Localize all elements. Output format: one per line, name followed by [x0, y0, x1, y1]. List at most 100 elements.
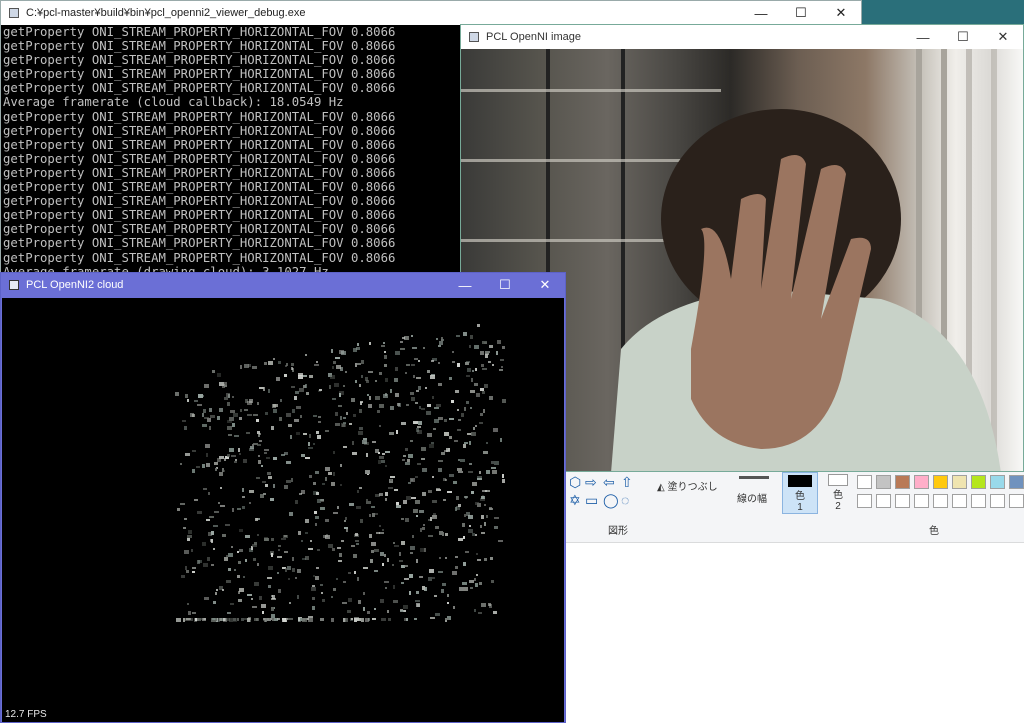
arrow-up-shape-icon[interactable]: ⇧ — [621, 474, 633, 491]
arrow-left-shape-icon[interactable]: ⇦ — [603, 474, 615, 491]
cloud-point — [179, 503, 185, 506]
cloud-point — [455, 389, 460, 393]
star-shape-icon[interactable]: ✡ — [569, 492, 581, 509]
fill-button[interactable]: ◭ 塗りつぶし — [657, 478, 718, 493]
cloud-point — [230, 603, 235, 606]
close-button[interactable]: ✕ — [821, 1, 861, 25]
cloud-point — [206, 462, 211, 467]
palette-color-swatch[interactable] — [952, 475, 967, 489]
cloud-point — [452, 605, 455, 609]
hexagon-shape-icon[interactable]: ⬡ — [569, 474, 581, 491]
palette-empty-swatch[interactable] — [895, 494, 910, 508]
cloud-point — [265, 412, 269, 416]
cloud-point — [239, 453, 242, 456]
cloud-point — [313, 510, 317, 514]
palette-empty-swatch[interactable] — [971, 494, 986, 508]
cloud-point — [319, 388, 323, 391]
maximize-button[interactable]: ☐ — [485, 273, 525, 297]
cloud-point — [356, 490, 359, 494]
palette-color-swatch[interactable] — [990, 475, 1005, 489]
cloud-point — [456, 363, 460, 368]
callout-oval-shape-icon[interactable]: ◯ — [603, 492, 619, 509]
cloud-point — [433, 407, 439, 410]
cloud-point — [257, 460, 261, 465]
cloud-point — [500, 437, 502, 442]
minimize-button[interactable]: — — [445, 273, 485, 297]
cloud-point — [267, 388, 270, 393]
cloud-point — [243, 458, 248, 463]
cloud-point — [237, 591, 240, 595]
cloud-point — [226, 611, 231, 614]
cloud-point — [231, 396, 234, 399]
cloud-point — [463, 536, 466, 540]
palette-empty-swatch[interactable] — [876, 494, 891, 508]
line-width-button[interactable]: 線の幅 — [737, 490, 767, 505]
palette-empty-swatch[interactable] — [1009, 494, 1024, 508]
cloud-point — [399, 347, 405, 350]
cloud-point — [287, 424, 292, 428]
cloud-point — [415, 377, 421, 380]
callout-rect-shape-icon[interactable]: ▭ — [585, 492, 598, 509]
cloud-point — [277, 548, 280, 551]
arrow-right-shape-icon[interactable]: ⇨ — [585, 474, 597, 491]
palette-empty-swatch[interactable] — [990, 494, 1005, 508]
palette-color-swatch[interactable] — [876, 475, 891, 489]
cloud-point — [335, 364, 341, 369]
color1-button[interactable]: 色 1 — [782, 472, 818, 514]
color2-button[interactable]: 色 2 — [823, 472, 853, 514]
cloud-point — [452, 480, 457, 484]
palette-color-swatch[interactable] — [1009, 475, 1024, 489]
cloud-point — [416, 590, 419, 594]
palette-color-swatch[interactable] — [895, 475, 910, 489]
palette-color-swatch[interactable] — [971, 475, 986, 489]
cloud-titlebar[interactable]: PCL OpenNI2 cloud — ☐ ✕ — [1, 273, 565, 297]
maximize-button[interactable]: ☐ — [943, 25, 983, 49]
cloud-point — [496, 351, 499, 356]
palette-empty-swatch[interactable] — [914, 494, 929, 508]
maximize-button[interactable]: ☐ — [781, 1, 821, 25]
image-titlebar[interactable]: PCL OpenNI image — ☐ ✕ — [461, 25, 1023, 49]
cloud-point — [427, 403, 432, 407]
minimize-button[interactable]: — — [903, 25, 943, 49]
palette-color-swatch[interactable] — [933, 475, 948, 489]
palette-empty-swatch[interactable] — [952, 494, 967, 508]
cloud-point — [375, 512, 379, 515]
palette-color-swatch[interactable] — [857, 475, 872, 489]
palette-color-swatch[interactable] — [914, 475, 929, 489]
cloud-point — [466, 401, 470, 405]
callout-cloud-shape-icon[interactable]: ◌ — [621, 492, 629, 508]
cloud-point — [213, 511, 219, 514]
cloud-point — [490, 466, 496, 469]
cloud-point — [201, 413, 204, 418]
console-titlebar[interactable]: C:¥pcl-master¥build¥bin¥pcl_openni2_view… — [1, 1, 861, 25]
cloud-point — [322, 483, 326, 486]
cloud-point — [245, 559, 248, 563]
cloud-point — [496, 340, 501, 345]
cloud-point — [214, 467, 217, 471]
cloud-point — [270, 425, 274, 430]
cloud-point — [474, 382, 479, 386]
cloud-point — [315, 471, 320, 475]
cloud-point — [343, 445, 348, 448]
palette-empty-swatch[interactable] — [933, 494, 948, 508]
cloud-point — [272, 595, 276, 600]
cloud-point — [422, 586, 426, 591]
cloud-point — [489, 507, 494, 510]
cloud-point — [379, 492, 384, 496]
fill-icon: ◭ — [657, 482, 668, 493]
cloud-point — [341, 423, 345, 427]
cloud-point — [294, 395, 298, 400]
point-cloud-viewport[interactable]: 12.7 FPS — [2, 298, 564, 722]
close-button[interactable]: ✕ — [983, 25, 1023, 49]
cloud-point — [337, 546, 342, 549]
palette-empty-swatch[interactable] — [857, 494, 872, 508]
cloud-point — [422, 467, 428, 472]
cloud-point — [484, 353, 488, 358]
cloud-point — [335, 357, 341, 360]
cloud-point — [381, 528, 384, 531]
cloud-point — [396, 504, 402, 508]
cloud-point — [201, 542, 206, 547]
cloud-point — [254, 517, 258, 521]
close-button[interactable]: ✕ — [525, 273, 565, 297]
minimize-button[interactable]: — — [741, 1, 781, 25]
